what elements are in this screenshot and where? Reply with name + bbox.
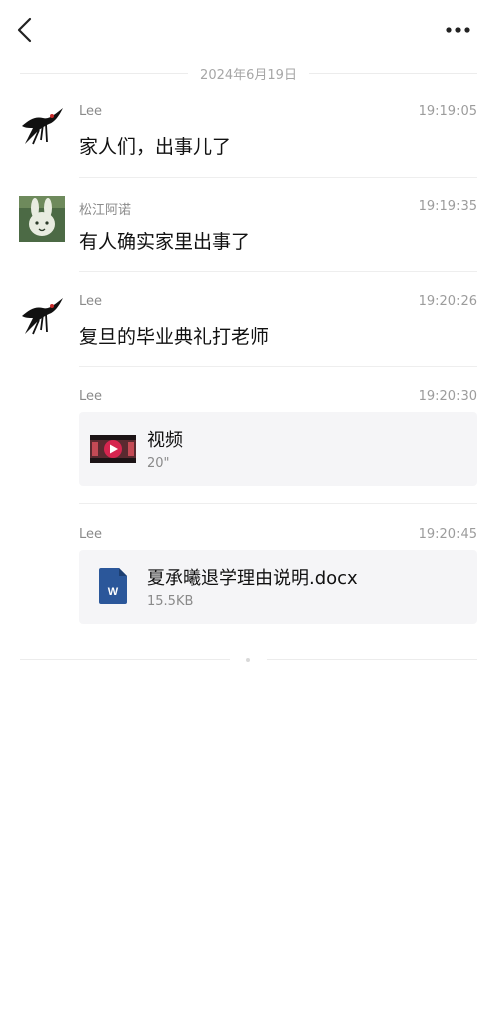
message-item[interactable]: Lee 19:20:26 复旦的毕业典礼打老师 [0,290,497,368]
avatar-rabbit-image [19,196,65,242]
separator-line [20,659,230,660]
separator-line [267,659,477,660]
separator-line [309,73,477,74]
date-separator: 2024年6月19日 [20,62,477,84]
video-thumbnail-icon [90,435,136,463]
avatar-songjiang[interactable] [19,196,65,242]
video-title: 视频 [147,430,183,451]
video-card[interactable]: 视频 20" [79,412,477,486]
file-name: 夏承曦退学理由说明.docx [147,568,358,589]
word-icon-letter: W [108,586,119,598]
message-item[interactable]: Lee 19:20:30 视频 20" [0,385,497,504]
back-button[interactable] [14,16,38,44]
message-item[interactable]: Lee 19:20:45 W 夏承曦退学理由说明.docx 15.5KB [0,523,497,643]
sender-name: 松江阿诺 [79,203,132,218]
message-divider [79,177,477,178]
word-document-icon: W [99,568,127,604]
avatar-ink-bird-image [19,294,65,340]
end-separator [20,658,477,664]
message-time: 19:20:45 [418,527,477,542]
message-time: 19:19:35 [418,199,477,214]
message-text[interactable]: 复旦的毕业典礼打老师 [79,322,269,349]
file-card[interactable]: W 夏承曦退学理由说明.docx 15.5KB [79,550,477,624]
message-divider [79,271,477,272]
message-divider [79,503,477,504]
sender-name: Lee [79,389,103,404]
message-time: 19:19:05 [418,104,477,119]
avatar-ink-bird-image [19,104,65,150]
message-time: 19:20:30 [418,389,477,404]
message-time: 19:20:26 [418,294,477,309]
sender-name: Lee [79,104,103,119]
top-bar [0,0,497,60]
more-button[interactable] [445,20,475,40]
more-dots-icon [446,27,470,33]
avatar-lee[interactable] [19,104,65,150]
chevron-left-icon [17,17,32,43]
file-size: 15.5KB [147,594,194,609]
sender-name: Lee [79,527,103,542]
sender-name: Lee [79,294,103,309]
message-divider [79,366,477,367]
video-duration: 20" [147,456,170,471]
avatar-lee[interactable] [19,294,65,340]
separator-dot [246,658,250,662]
message-text[interactable]: 有人确实家里出事了 [79,227,250,254]
message-item[interactable]: 松江阿诺 19:19:35 有人确实家里出事了 [0,195,497,273]
message-item[interactable]: Lee 19:19:05 家人们，出事儿了 [0,100,497,178]
message-text[interactable]: 家人们，出事儿了 [79,132,231,159]
